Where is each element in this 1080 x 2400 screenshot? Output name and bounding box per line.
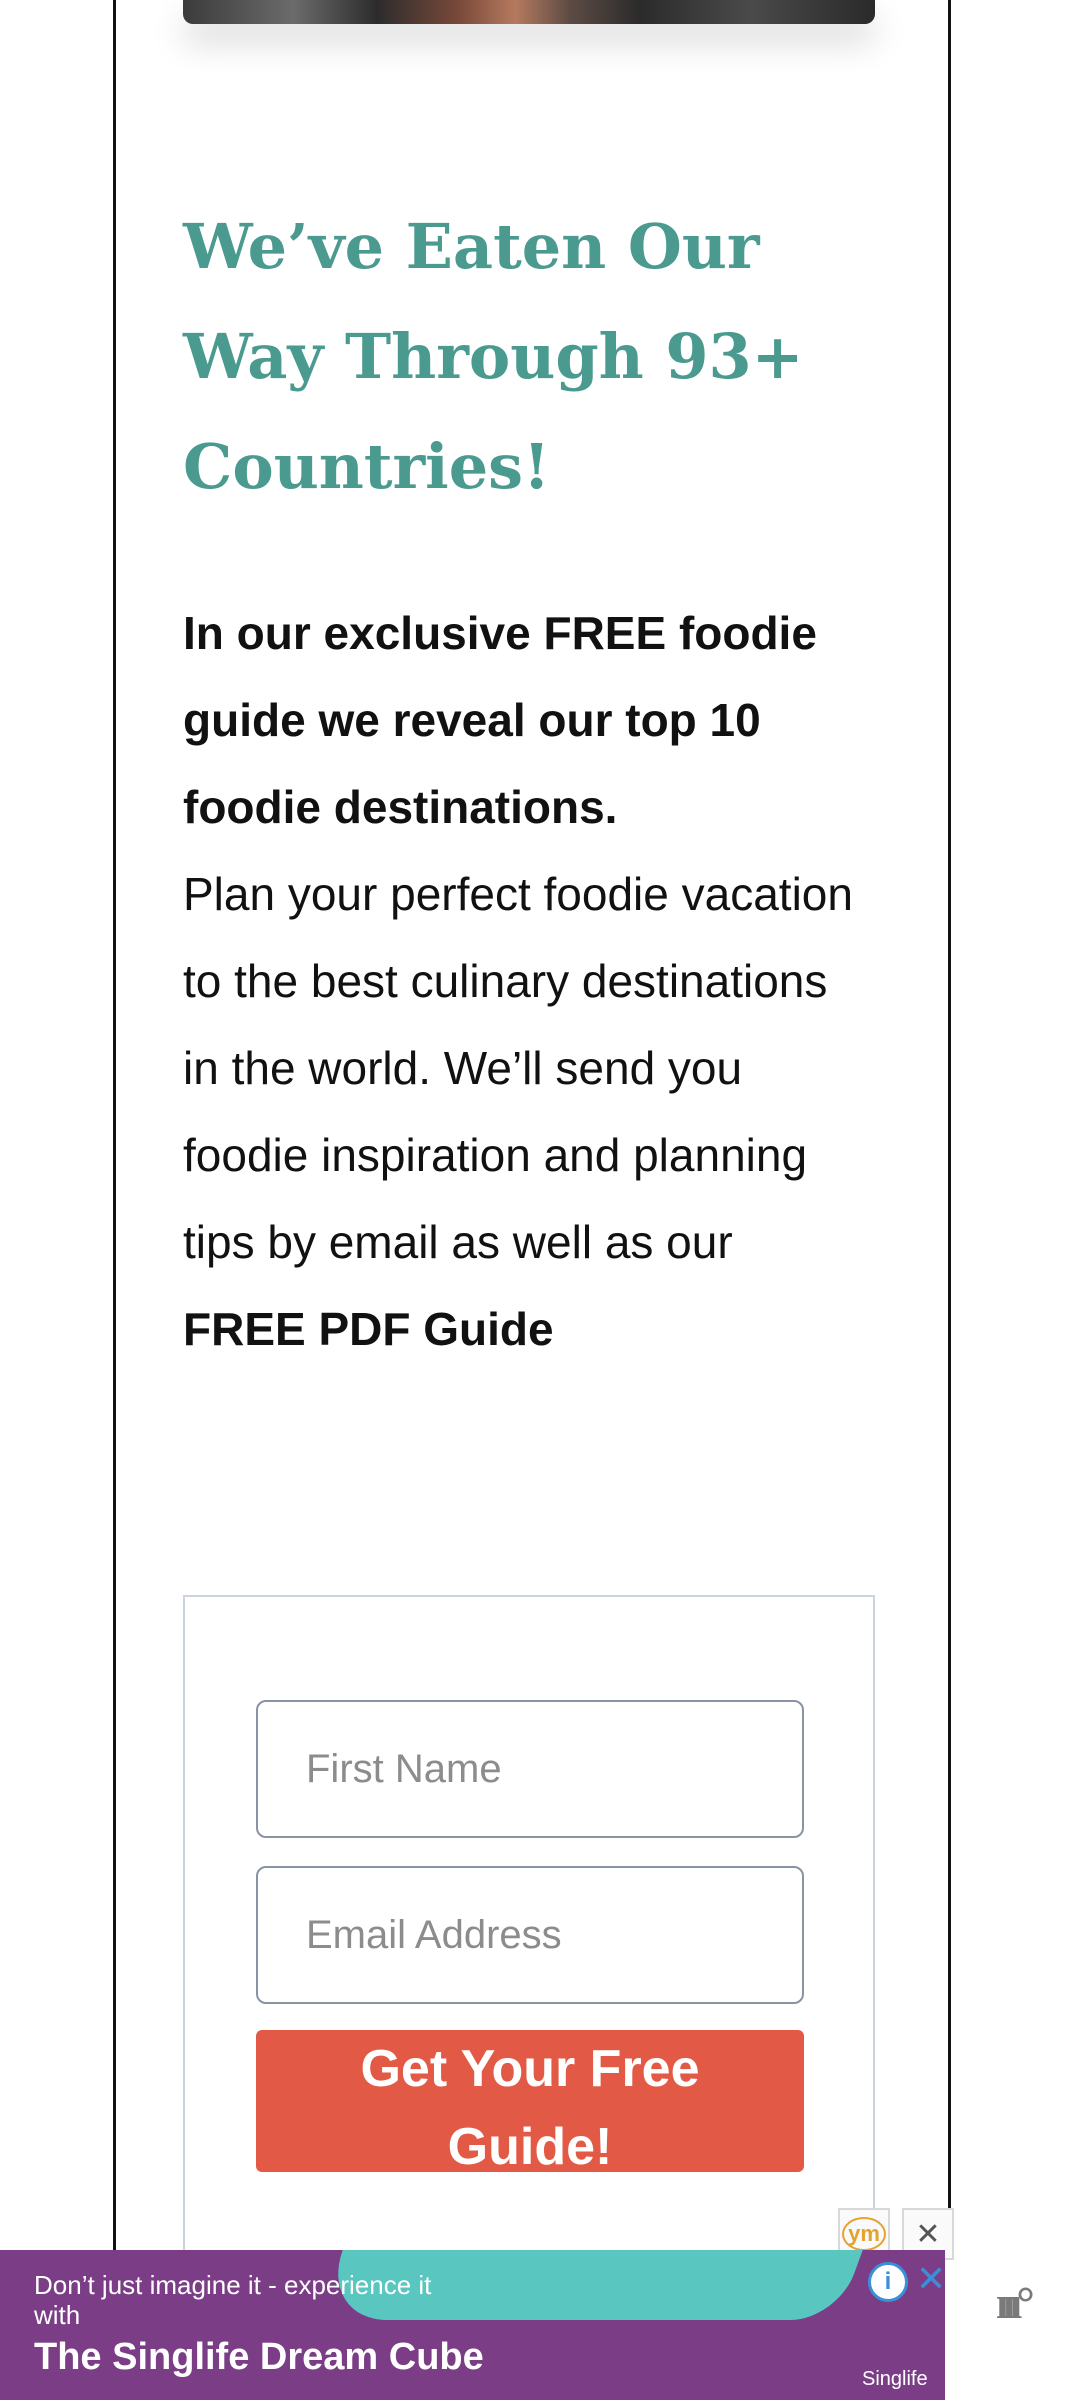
site-logo-icon: ııı° <box>996 2277 1035 2328</box>
email-field[interactable] <box>256 1866 804 2004</box>
intro-bold-end: FREE PDF Guide <box>183 1303 554 1355</box>
ad-title: The Singlife Dream Cube <box>34 2336 484 2378</box>
ad-info-icon[interactable]: i <box>868 2262 908 2302</box>
get-guide-button[interactable]: Get Your Free Guide! <box>256 2030 804 2172</box>
page-title: We’ve Eaten Our Way Through 93+ Countrie… <box>183 210 804 503</box>
first-name-field[interactable] <box>256 1700 804 1838</box>
ad-banner[interactable]: Don’t just imagine it - experience it wi… <box>0 2250 945 2400</box>
ad-dismiss-icon[interactable]: ✕ <box>916 2258 946 2300</box>
intro-bold: In our exclusive FREE foodie guide we re… <box>183 607 817 833</box>
intro-text: In our exclusive FREE foodie guide we re… <box>183 590 863 1373</box>
intro-body: Plan your perfect foodie vacation to the… <box>183 868 853 1268</box>
ad-tagline: Don’t just imagine it - experience it wi… <box>34 2270 432 2330</box>
ad-brand: Singlife <box>862 2368 928 2390</box>
hero-image-strip <box>183 0 875 24</box>
